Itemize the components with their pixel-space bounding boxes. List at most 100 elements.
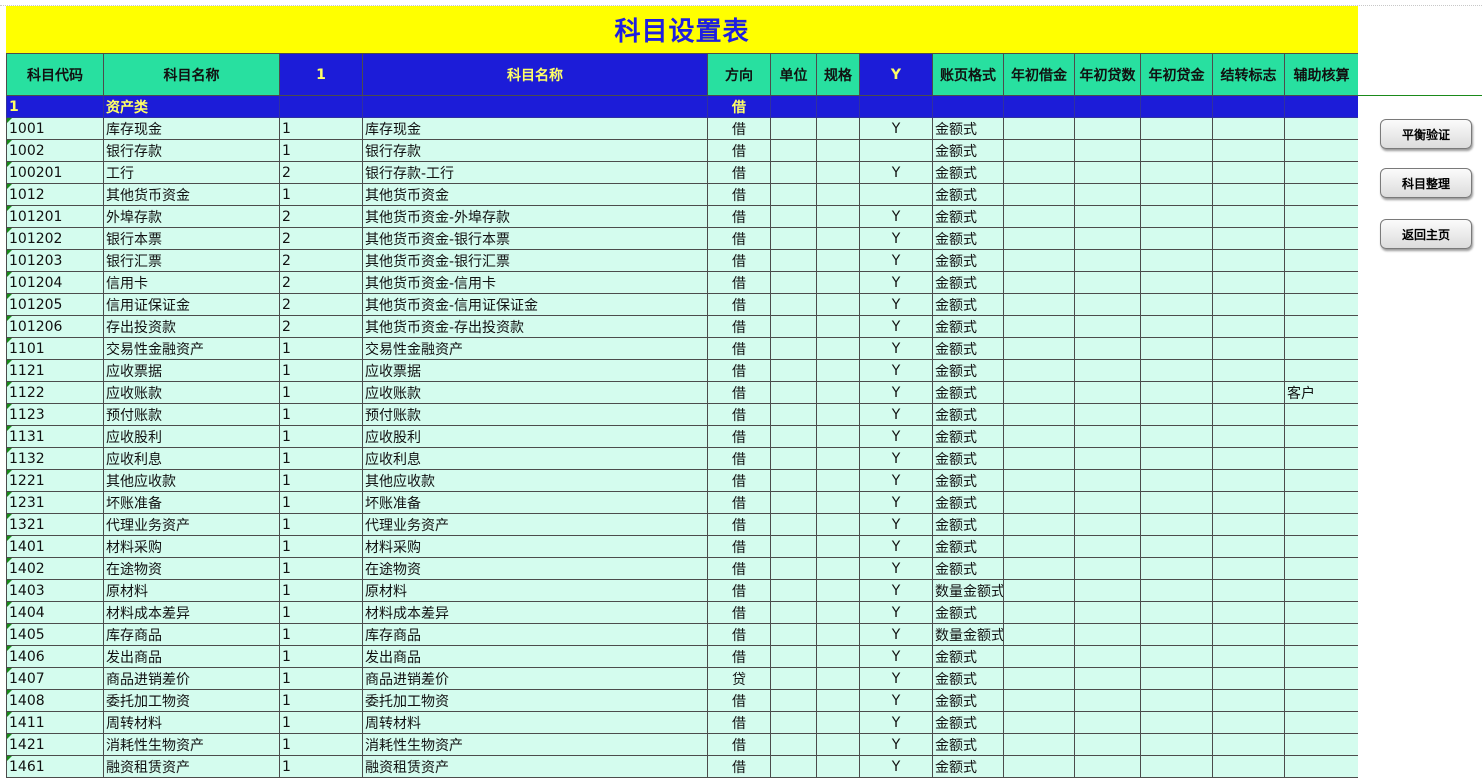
- header-spec[interactable]: 规格: [816, 53, 860, 96]
- aux-accounting-cell[interactable]: [1284, 689, 1358, 712]
- open-credit-qty-cell[interactable]: [1074, 623, 1141, 646]
- open-debit-cell[interactable]: [1003, 249, 1075, 272]
- aux-accounting-cell[interactable]: [1284, 623, 1358, 646]
- aux-accounting-cell[interactable]: [1284, 557, 1358, 580]
- account-full-name-cell[interactable]: 其他货币资金-存出投资款: [362, 315, 708, 338]
- account-code-cell[interactable]: 1411: [6, 711, 104, 734]
- carry-flag-cell[interactable]: [1212, 205, 1285, 228]
- aux-accounting-cell[interactable]: [1284, 645, 1358, 668]
- y-flag-cell[interactable]: Y: [859, 337, 933, 360]
- open-debit-cell[interactable]: [1003, 579, 1075, 602]
- table-row[interactable]: 1101 交易性金融资产 1 交易性金融资产借 Y 金额式: [6, 337, 1358, 360]
- table-row[interactable]: 1421 消耗性生物资产 1 消耗性生物资产借 Y 金额式: [6, 733, 1358, 756]
- ledger-format-cell[interactable]: 金额式: [932, 425, 1004, 448]
- open-debit-cell[interactable]: [1003, 755, 1075, 778]
- aux-accounting-cell[interactable]: [1284, 425, 1358, 448]
- account-code-cell[interactable]: 1408: [6, 689, 104, 712]
- direction-cell[interactable]: 借: [707, 755, 771, 778]
- account-level-cell[interactable]: 1: [279, 381, 363, 404]
- carry-flag-cell[interactable]: [1212, 557, 1285, 580]
- account-name-cell[interactable]: 代理业务资产: [103, 513, 280, 536]
- unit-cell[interactable]: [770, 271, 817, 294]
- table-row[interactable]: 1122 应收账款 1 应收账款借 Y 金额式 客户: [6, 381, 1358, 404]
- aux-accounting-cell[interactable]: [1284, 667, 1358, 690]
- carry-flag-cell[interactable]: [1212, 139, 1285, 162]
- ledger-format-cell[interactable]: 金额式: [932, 183, 1004, 206]
- unit-cell[interactable]: [770, 447, 817, 470]
- ledger-format-cell[interactable]: 金额式: [932, 271, 1004, 294]
- ledger-format-cell[interactable]: 金额式: [932, 645, 1004, 668]
- carry-flag-cell[interactable]: [1212, 513, 1285, 536]
- carry-flag-cell[interactable]: [1212, 491, 1285, 514]
- open-debit-cell[interactable]: [1003, 117, 1075, 140]
- header-open-credit-qty[interactable]: 年初贷数: [1074, 53, 1141, 96]
- account-level-cell[interactable]: 1: [279, 667, 363, 690]
- open-credit-qty-cell[interactable]: [1074, 469, 1141, 492]
- account-name-cell[interactable]: 银行汇票: [103, 249, 280, 272]
- account-name-cell[interactable]: 其他应收款: [103, 469, 280, 492]
- account-name-cell[interactable]: 库存商品: [103, 623, 280, 646]
- open-credit-qty-cell[interactable]: [1074, 337, 1141, 360]
- open-debit-cell[interactable]: [1003, 205, 1075, 228]
- table-row[interactable]: 1121 应收票据 1 应收票据借 Y 金额式: [6, 359, 1358, 382]
- account-level-cell[interactable]: 1: [279, 711, 363, 734]
- carry-flag-cell[interactable]: [1212, 315, 1285, 338]
- spec-cell[interactable]: [816, 623, 860, 646]
- account-full-name-cell[interactable]: 其他货币资金-信用证保证金: [362, 293, 708, 316]
- account-name-cell[interactable]: 信用卡: [103, 271, 280, 294]
- ledger-format-cell[interactable]: 金额式: [932, 601, 1004, 624]
- open-credit-amt-cell[interactable]: [1140, 733, 1213, 756]
- direction-cell[interactable]: 借: [707, 425, 771, 448]
- direction-cell[interactable]: 借: [707, 579, 771, 602]
- unit-cell[interactable]: [770, 667, 817, 690]
- ledger-format-cell[interactable]: 金额式: [932, 161, 1004, 184]
- account-code-cell[interactable]: 101205: [6, 293, 104, 316]
- open-credit-amt-cell[interactable]: [1140, 183, 1213, 206]
- spec-cell[interactable]: [816, 601, 860, 624]
- spec-cell[interactable]: [816, 447, 860, 470]
- open-credit-qty-cell[interactable]: [1074, 557, 1141, 580]
- table-row[interactable]: 1405 库存商品 1 库存商品借 Y 数量金额式: [6, 623, 1358, 646]
- y-flag-cell[interactable]: Y: [859, 447, 933, 470]
- spec-cell[interactable]: [816, 513, 860, 536]
- account-code-cell[interactable]: 1221: [6, 469, 104, 492]
- header-y[interactable]: Y: [859, 53, 933, 96]
- table-row[interactable]: 101204 信用卡 2 其他货币资金-信用卡借 Y 金额式: [6, 271, 1358, 294]
- account-level-cell[interactable]: 1: [279, 139, 363, 162]
- open-debit-cell[interactable]: [1003, 403, 1075, 426]
- account-full-name-cell[interactable]: 其他应收款: [362, 469, 708, 492]
- aux-accounting-cell[interactable]: [1284, 117, 1358, 140]
- table-row[interactable]: 101203 银行汇票 2 其他货币资金-银行汇票借 Y 金额式: [6, 249, 1358, 272]
- open-credit-qty-cell[interactable]: [1074, 535, 1141, 558]
- open-credit-qty-cell[interactable]: [1074, 733, 1141, 756]
- account-level-cell[interactable]: 1: [279, 469, 363, 492]
- y-flag-cell[interactable]: Y: [859, 359, 933, 382]
- account-full-name-cell[interactable]: 库存商品: [362, 623, 708, 646]
- account-name-cell[interactable]: 应收利息: [103, 447, 280, 470]
- account-level-cell[interactable]: 2: [279, 293, 363, 316]
- direction-cell[interactable]: 借: [707, 249, 771, 272]
- account-full-name-cell[interactable]: 商品进销差价: [362, 667, 708, 690]
- direction-cell[interactable]: 借: [707, 645, 771, 668]
- open-credit-amt-cell[interactable]: [1140, 623, 1213, 646]
- open-debit-cell[interactable]: [1003, 711, 1075, 734]
- account-full-name-cell[interactable]: 材料成本差异: [362, 601, 708, 624]
- header-name[interactable]: 科目名称: [103, 53, 280, 96]
- account-level-cell[interactable]: 1: [279, 755, 363, 778]
- account-code-cell[interactable]: 1002: [6, 139, 104, 162]
- account-code-cell[interactable]: 1403: [6, 579, 104, 602]
- ledger-format-cell[interactable]: 金额式: [932, 535, 1004, 558]
- spec-cell[interactable]: [816, 139, 860, 162]
- y-flag-cell[interactable]: Y: [859, 755, 933, 778]
- table-row[interactable]: 101201 外埠存款 2 其他货币资金-外埠存款借 Y 金额式: [6, 205, 1358, 228]
- open-credit-amt-cell[interactable]: [1140, 557, 1213, 580]
- account-level-cell[interactable]: 1: [279, 579, 363, 602]
- aux-accounting-cell[interactable]: [1284, 711, 1358, 734]
- account-full-name-cell[interactable]: 其他货币资金-银行汇票: [362, 249, 708, 272]
- account-name-cell[interactable]: 银行存款: [103, 139, 280, 162]
- account-code-cell[interactable]: 1461: [6, 755, 104, 778]
- account-level-cell[interactable]: 1: [279, 733, 363, 756]
- unit-cell[interactable]: [770, 381, 817, 404]
- account-full-name-cell[interactable]: 银行存款-工行: [362, 161, 708, 184]
- account-level-cell[interactable]: 1: [279, 117, 363, 140]
